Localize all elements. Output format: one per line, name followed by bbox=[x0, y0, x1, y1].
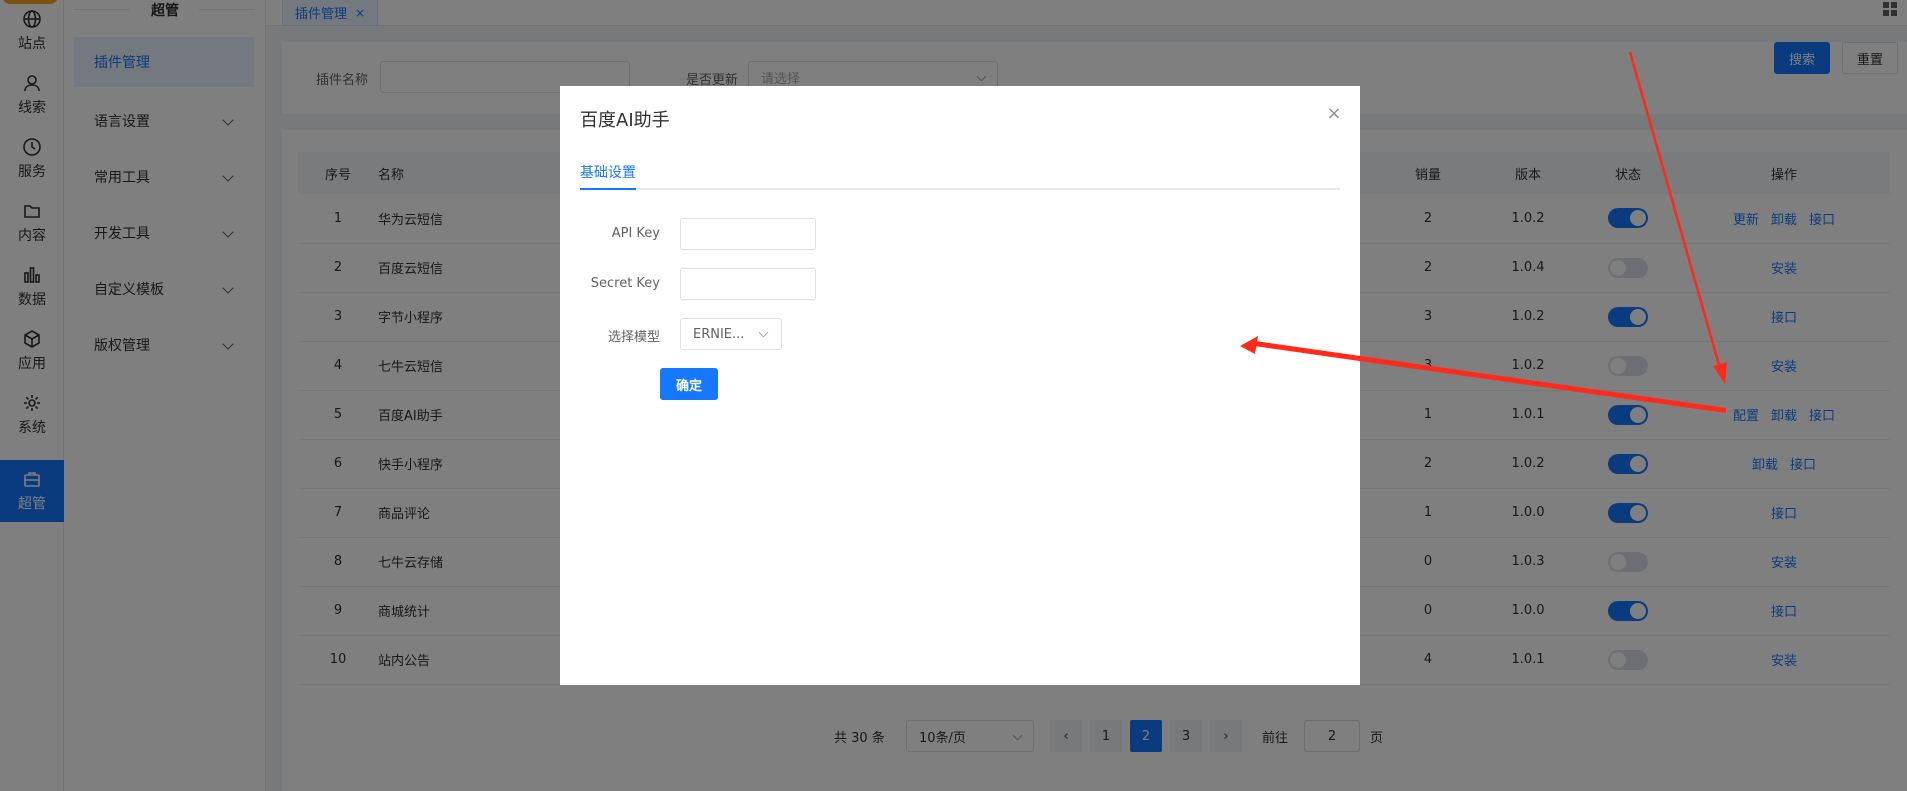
secret-key-input[interactable] bbox=[680, 268, 816, 300]
model-select-value: ERNIE... bbox=[693, 326, 745, 342]
api-key-input[interactable] bbox=[680, 218, 816, 250]
api-key-row: API Key bbox=[580, 218, 980, 250]
confirm-button[interactable]: 确定 bbox=[660, 368, 718, 400]
model-row: 选择模型 ERNIE... bbox=[580, 318, 980, 350]
chevron-down-icon bbox=[758, 327, 769, 338]
close-icon[interactable]: × bbox=[1326, 105, 1342, 123]
tab-basic-settings[interactable]: 基础设置 bbox=[580, 158, 636, 190]
api-key-label: API Key bbox=[611, 226, 660, 241]
model-label: 选择模型 bbox=[607, 330, 660, 345]
model-select[interactable]: ERNIE... bbox=[680, 318, 782, 350]
dialog-tabs: 基础设置 bbox=[580, 158, 1340, 190]
dialog-title: 百度AI助手 bbox=[580, 110, 670, 131]
plugin-config-dialog: 百度AI助手 × 基础设置 API Key Secret Key 选择模型 ER… bbox=[560, 86, 1360, 685]
secret-key-label: Secret Key bbox=[590, 276, 660, 291]
secret-key-row: Secret Key bbox=[580, 268, 980, 300]
